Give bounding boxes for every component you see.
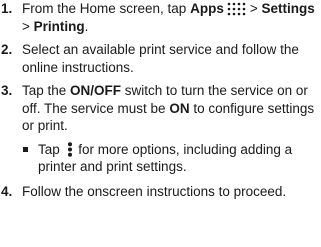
step-text: Tap the (22, 83, 71, 98)
step-text: Select an available print service and fo… (22, 42, 299, 75)
step-3: 3. Tap the ON/OFF switch to turn the ser… (0, 82, 321, 135)
step-text: From the Home screen, tap (22, 1, 191, 16)
more-options-icon (67, 141, 72, 157)
arrow-separator: > (22, 18, 34, 34)
step-number: 3. (1, 83, 13, 98)
sub-bullet-text: Tap (38, 141, 64, 157)
sub-bullet-item: Tap for more options, including adding a… (0, 141, 321, 176)
sub-bullet-text: for more options, including adding a pri… (38, 141, 293, 175)
bullet-square (23, 146, 28, 152)
arrow-separator: > (249, 1, 258, 16)
on-label: ON (169, 100, 190, 116)
step-4: 4. Follow the onscreen instructions to p… (0, 183, 321, 201)
step-number: 4. (1, 183, 13, 199)
instruction-list: 1. From the Home screen, tap Apps > Sett… (0, 0, 321, 200)
period: . (84, 18, 89, 34)
apps-grid-icon (227, 2, 246, 16)
step-2: 2. Select an available print service and… (0, 41, 321, 76)
step-1: 1. From the Home screen, tap Apps > Sett… (0, 0, 321, 35)
settings-label: Settings (261, 1, 315, 16)
step-number: 1. (1, 1, 13, 16)
step-text: Follow the onscreen instructions to proc… (22, 183, 287, 199)
onoff-label: ON/OFF (70, 83, 122, 98)
printing-label: Printing (33, 18, 85, 34)
step-number: 2. (1, 42, 13, 57)
apps-label: Apps (190, 1, 224, 16)
